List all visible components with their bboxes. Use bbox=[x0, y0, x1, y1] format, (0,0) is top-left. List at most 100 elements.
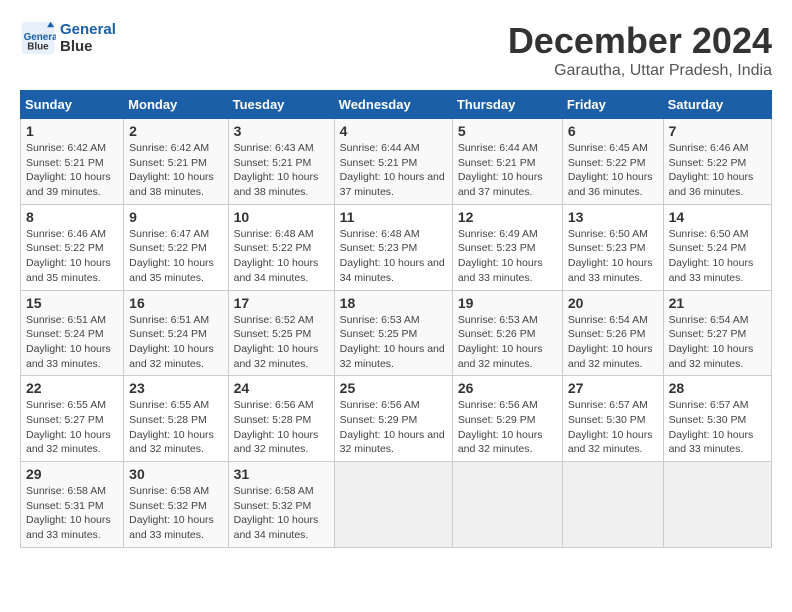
day-info: Sunrise: 6:46 AM Sunset: 5:22 PM Dayligh… bbox=[669, 141, 766, 200]
calendar-cell: 28Sunrise: 6:57 AM Sunset: 5:30 PM Dayli… bbox=[663, 376, 771, 462]
day-info: Sunrise: 6:58 AM Sunset: 5:32 PM Dayligh… bbox=[129, 484, 222, 543]
calendar-table: SundayMondayTuesdayWednesdayThursdayFrid… bbox=[20, 90, 772, 548]
day-number: 8 bbox=[26, 209, 118, 225]
weekday-header-thursday: Thursday bbox=[452, 91, 562, 119]
day-number: 17 bbox=[234, 295, 329, 311]
day-number: 29 bbox=[26, 466, 118, 482]
day-info: Sunrise: 6:46 AM Sunset: 5:22 PM Dayligh… bbox=[26, 227, 118, 286]
day-info: Sunrise: 6:58 AM Sunset: 5:32 PM Dayligh… bbox=[234, 484, 329, 543]
day-number: 16 bbox=[129, 295, 222, 311]
day-info: Sunrise: 6:53 AM Sunset: 5:26 PM Dayligh… bbox=[458, 313, 557, 372]
day-number: 26 bbox=[458, 380, 557, 396]
day-number: 5 bbox=[458, 123, 557, 139]
day-info: Sunrise: 6:55 AM Sunset: 5:28 PM Dayligh… bbox=[129, 398, 222, 457]
calendar-week-4: 22 Sunrise: 6:55 AM Sunset: 5:27 PM Dayli… bbox=[21, 376, 772, 462]
day-info: Sunrise: 6:51 AM Sunset: 5:24 PM Dayligh… bbox=[129, 313, 222, 372]
calendar-week-1: 1 Sunrise: 6:42 AM Sunset: 5:21 PM Daylig… bbox=[21, 119, 772, 205]
calendar-cell: 11 Sunrise: 6:48 AM Sunset: 5:23 PM Dayli… bbox=[334, 204, 452, 290]
day-info: Sunrise: 6:43 AM Sunset: 5:21 PM Dayligh… bbox=[234, 141, 329, 200]
day-info: Sunrise: 6:53 AM Sunset: 5:25 PM Dayligh… bbox=[340, 313, 447, 372]
logo-line2: Blue bbox=[60, 38, 116, 55]
calendar-cell: 17Sunrise: 6:52 AM Sunset: 5:25 PM Dayli… bbox=[228, 290, 334, 376]
day-number: 30 bbox=[129, 466, 222, 482]
day-number: 11 bbox=[340, 209, 447, 225]
day-number: 7 bbox=[669, 123, 766, 139]
calendar-cell: 3 Sunrise: 6:43 AM Sunset: 5:21 PM Daylig… bbox=[228, 119, 334, 205]
day-number: 1 bbox=[26, 123, 118, 139]
day-info: Sunrise: 6:50 AM Sunset: 5:24 PM Dayligh… bbox=[669, 227, 766, 286]
day-info: Sunrise: 6:42 AM Sunset: 5:21 PM Dayligh… bbox=[129, 141, 222, 200]
calendar-cell: 8 Sunrise: 6:46 AM Sunset: 5:22 PM Daylig… bbox=[21, 204, 124, 290]
day-number: 10 bbox=[234, 209, 329, 225]
day-number: 24 bbox=[234, 380, 329, 396]
day-number: 13 bbox=[568, 209, 658, 225]
weekday-header-sunday: Sunday bbox=[21, 91, 124, 119]
calendar-title: December 2024 bbox=[508, 20, 772, 62]
weekday-header-friday: Friday bbox=[562, 91, 663, 119]
day-info: Sunrise: 6:45 AM Sunset: 5:22 PM Dayligh… bbox=[568, 141, 658, 200]
day-number: 9 bbox=[129, 209, 222, 225]
day-number: 28 bbox=[669, 380, 766, 396]
calendar-subtitle: Garautha, Uttar Pradesh, India bbox=[508, 62, 772, 80]
calendar-cell: 25Sunrise: 6:56 AM Sunset: 5:29 PM Dayli… bbox=[334, 376, 452, 462]
calendar-cell: 26 Sunrise: 6:56 AM Sunset: 5:29 PM Dayli… bbox=[452, 376, 562, 462]
day-info: Sunrise: 6:51 AM Sunset: 5:24 PM Dayligh… bbox=[26, 313, 118, 372]
day-number: 22 bbox=[26, 380, 118, 396]
calendar-cell: 1 Sunrise: 6:42 AM Sunset: 5:21 PM Daylig… bbox=[21, 119, 124, 205]
day-number: 12 bbox=[458, 209, 557, 225]
calendar-cell: 31 Sunrise: 6:58 AM Sunset: 5:32 PM Dayli… bbox=[228, 462, 334, 548]
calendar-cell: 27 Sunrise: 6:57 AM Sunset: 5:30 PM Dayli… bbox=[562, 376, 663, 462]
day-info: Sunrise: 6:50 AM Sunset: 5:23 PM Dayligh… bbox=[568, 227, 658, 286]
day-number: 31 bbox=[234, 466, 329, 482]
day-number: 6 bbox=[568, 123, 658, 139]
calendar-cell: 15Sunrise: 6:51 AM Sunset: 5:24 PM Dayli… bbox=[21, 290, 124, 376]
day-info: Sunrise: 6:56 AM Sunset: 5:28 PM Dayligh… bbox=[234, 398, 329, 457]
day-number: 27 bbox=[568, 380, 658, 396]
calendar-cell: 5 Sunrise: 6:44 AM Sunset: 5:21 PM Daylig… bbox=[452, 119, 562, 205]
calendar-cell: 6 Sunrise: 6:45 AM Sunset: 5:22 PM Daylig… bbox=[562, 119, 663, 205]
calendar-week-3: 15Sunrise: 6:51 AM Sunset: 5:24 PM Dayli… bbox=[21, 290, 772, 376]
title-block: December 2024 Garautha, Uttar Pradesh, I… bbox=[508, 20, 772, 80]
calendar-week-5: 29 Sunrise: 6:58 AM Sunset: 5:31 PM Dayli… bbox=[21, 462, 772, 548]
day-info: Sunrise: 6:42 AM Sunset: 5:21 PM Dayligh… bbox=[26, 141, 118, 200]
calendar-cell: 13 Sunrise: 6:50 AM Sunset: 5:23 PM Dayli… bbox=[562, 204, 663, 290]
logo-line1: General bbox=[60, 21, 116, 38]
calendar-cell: 18Sunrise: 6:53 AM Sunset: 5:25 PM Dayli… bbox=[334, 290, 452, 376]
day-info: Sunrise: 6:54 AM Sunset: 5:27 PM Dayligh… bbox=[669, 313, 766, 372]
calendar-cell: 20Sunrise: 6:54 AM Sunset: 5:26 PM Dayli… bbox=[562, 290, 663, 376]
day-info: Sunrise: 6:48 AM Sunset: 5:23 PM Dayligh… bbox=[340, 227, 447, 286]
day-info: Sunrise: 6:49 AM Sunset: 5:23 PM Dayligh… bbox=[458, 227, 557, 286]
day-info: Sunrise: 6:48 AM Sunset: 5:22 PM Dayligh… bbox=[234, 227, 329, 286]
calendar-cell: 2Sunrise: 6:42 AM Sunset: 5:21 PM Daylig… bbox=[124, 119, 228, 205]
calendar-cell bbox=[334, 462, 452, 548]
calendar-cell: 19Sunrise: 6:53 AM Sunset: 5:26 PM Dayli… bbox=[452, 290, 562, 376]
day-number: 3 bbox=[234, 123, 329, 139]
calendar-cell: 24 Sunrise: 6:56 AM Sunset: 5:28 PM Dayli… bbox=[228, 376, 334, 462]
day-info: Sunrise: 6:56 AM Sunset: 5:29 PM Dayligh… bbox=[340, 398, 447, 457]
calendar-cell: 30 Sunrise: 6:58 AM Sunset: 5:32 PM Dayli… bbox=[124, 462, 228, 548]
day-info: Sunrise: 6:58 AM Sunset: 5:31 PM Dayligh… bbox=[26, 484, 118, 543]
calendar-cell: 7 Sunrise: 6:46 AM Sunset: 5:22 PM Daylig… bbox=[663, 119, 771, 205]
day-number: 4 bbox=[340, 123, 447, 139]
svg-text:Blue: Blue bbox=[27, 42, 49, 53]
calendar-cell: 4 Sunrise: 6:44 AM Sunset: 5:21 PM Daylig… bbox=[334, 119, 452, 205]
day-info: Sunrise: 6:44 AM Sunset: 5:21 PM Dayligh… bbox=[458, 141, 557, 200]
calendar-cell: 23Sunrise: 6:55 AM Sunset: 5:28 PM Dayli… bbox=[124, 376, 228, 462]
day-info: Sunrise: 6:44 AM Sunset: 5:21 PM Dayligh… bbox=[340, 141, 447, 200]
calendar-cell: 14 Sunrise: 6:50 AM Sunset: 5:24 PM Dayli… bbox=[663, 204, 771, 290]
weekday-header-wednesday: Wednesday bbox=[334, 91, 452, 119]
weekday-header-row: SundayMondayTuesdayWednesdayThursdayFrid… bbox=[21, 91, 772, 119]
weekday-header-saturday: Saturday bbox=[663, 91, 771, 119]
weekday-header-monday: Monday bbox=[124, 91, 228, 119]
calendar-cell: 9Sunrise: 6:47 AM Sunset: 5:22 PM Daylig… bbox=[124, 204, 228, 290]
day-info: Sunrise: 6:56 AM Sunset: 5:29 PM Dayligh… bbox=[458, 398, 557, 457]
logo: General Blue General Blue bbox=[20, 20, 116, 56]
calendar-week-2: 8 Sunrise: 6:46 AM Sunset: 5:22 PM Daylig… bbox=[21, 204, 772, 290]
day-number: 14 bbox=[669, 209, 766, 225]
calendar-cell bbox=[663, 462, 771, 548]
header: General Blue General Blue December 2024 … bbox=[20, 20, 772, 80]
logo-icon: General Blue bbox=[20, 20, 56, 56]
weekday-header-tuesday: Tuesday bbox=[228, 91, 334, 119]
day-info: Sunrise: 6:55 AM Sunset: 5:27 PM Dayligh… bbox=[26, 398, 118, 457]
day-info: Sunrise: 6:57 AM Sunset: 5:30 PM Dayligh… bbox=[568, 398, 658, 457]
